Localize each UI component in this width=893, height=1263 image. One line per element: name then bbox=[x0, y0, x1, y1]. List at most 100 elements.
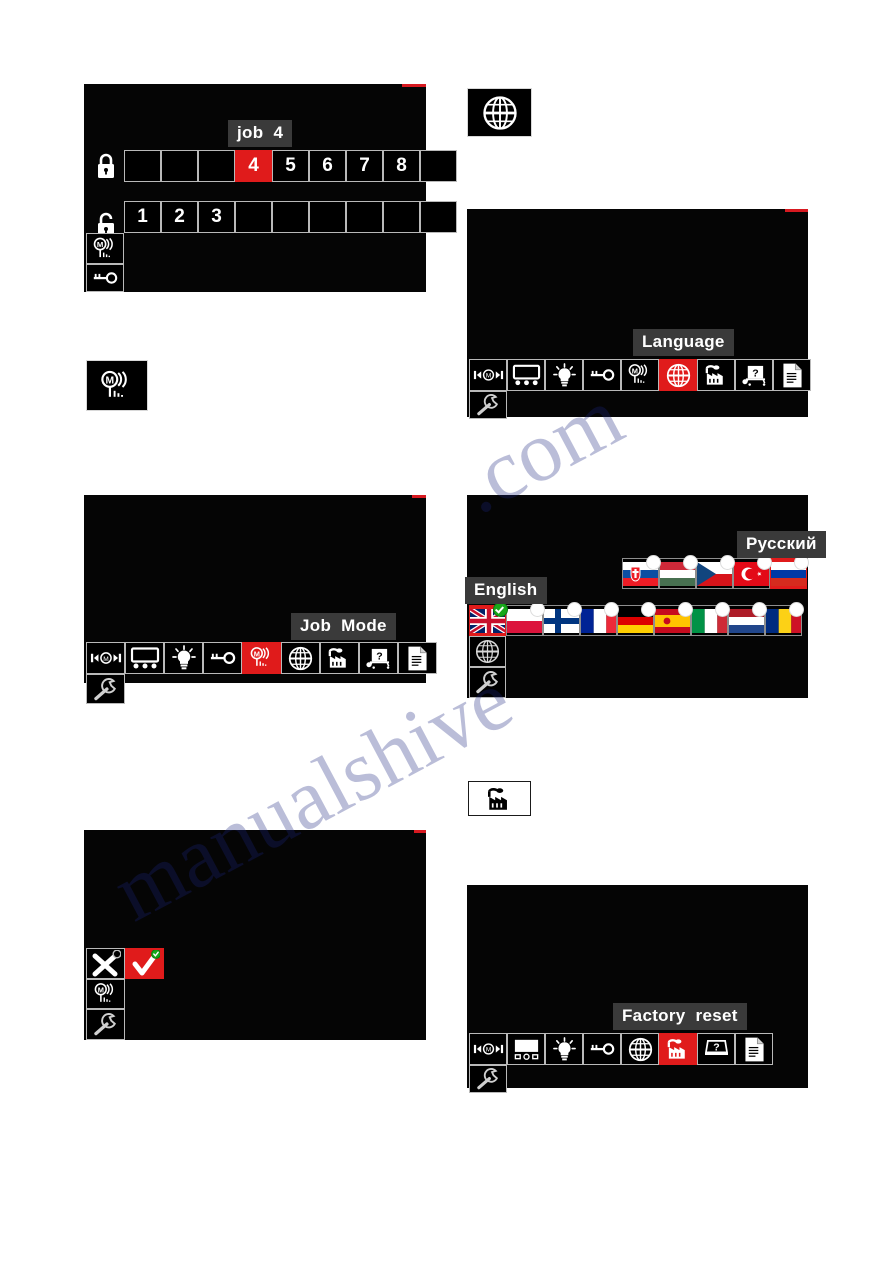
help-cart-icon: ? bbox=[703, 1038, 730, 1061]
memory-recall-icon-cell[interactable]: M bbox=[469, 1033, 507, 1065]
help-cart-icon-cell[interactable]: ? bbox=[735, 359, 773, 391]
lightbulb-icon-cell[interactable] bbox=[545, 1033, 583, 1065]
wrench-icon-cell[interactable] bbox=[469, 391, 507, 419]
document-icon-cell[interactable] bbox=[773, 359, 811, 391]
job-mode-icon-cell[interactable]: M bbox=[621, 359, 659, 391]
job-slot-unlocked[interactable] bbox=[346, 201, 383, 233]
factory-reset-icon-cell-selected[interactable] bbox=[659, 1033, 697, 1065]
option-indicator-dot bbox=[752, 602, 767, 617]
language-option-poland[interactable] bbox=[506, 602, 545, 636]
display-panel-icon-cell[interactable] bbox=[507, 359, 545, 391]
job-mode-icon: M bbox=[92, 237, 119, 261]
job-select-tooltip: job 4 bbox=[228, 120, 293, 147]
key-icon-cell[interactable] bbox=[86, 264, 124, 292]
job-mode-icon: M bbox=[627, 363, 653, 387]
language-option-russia-selected[interactable] bbox=[770, 555, 809, 589]
job-slot-locked-selected[interactable]: 4 bbox=[235, 150, 272, 182]
wrench-icon-cell[interactable] bbox=[469, 667, 506, 698]
memory-recall-icon-cell[interactable]: M bbox=[86, 642, 125, 674]
job-slot-locked[interactable]: 6 bbox=[309, 150, 346, 182]
wrench-icon-cell[interactable] bbox=[86, 674, 125, 704]
factory-reset-icon-standalone[interactable] bbox=[468, 781, 531, 816]
help-cart-icon-cell[interactable]: ? bbox=[359, 642, 398, 674]
display-panel-icon bbox=[130, 647, 160, 669]
language-tooltip-english: English bbox=[465, 577, 547, 604]
language-option-slovakia[interactable] bbox=[622, 555, 661, 589]
option-indicator-dot bbox=[641, 602, 656, 617]
job-mode-icon-cell[interactable]: M bbox=[86, 979, 125, 1009]
key-icon-cell[interactable] bbox=[203, 642, 242, 674]
document-icon-cell[interactable] bbox=[398, 642, 437, 674]
factory-reset-icon bbox=[485, 787, 515, 811]
help-cart-icon-cell[interactable]: ? bbox=[697, 1033, 735, 1065]
factory-reset-icon-cell[interactable] bbox=[320, 642, 359, 674]
job-slot-locked[interactable]: 7 bbox=[346, 150, 383, 182]
option-indicator-dot bbox=[530, 602, 545, 617]
globe-icon-cell[interactable] bbox=[281, 642, 320, 674]
language-option-finland[interactable] bbox=[543, 602, 582, 636]
job-slot-unlocked[interactable] bbox=[383, 201, 420, 233]
job-mode-icon: M bbox=[249, 646, 275, 670]
screen-top-red-marker bbox=[785, 209, 808, 212]
job-slot-unlocked[interactable]: 3 bbox=[198, 201, 235, 233]
job-mode-icon: M bbox=[99, 370, 135, 402]
language-option-hungary[interactable] bbox=[659, 555, 698, 589]
key-icon bbox=[91, 271, 119, 285]
globe-icon-standalone[interactable] bbox=[467, 88, 532, 137]
globe-icon bbox=[628, 1037, 653, 1062]
language-tooltip: Language bbox=[633, 329, 734, 356]
memory-recall-icon: M bbox=[473, 368, 504, 382]
lightbulb-icon-cell[interactable] bbox=[164, 642, 203, 674]
job-mode-icon-cell-selected[interactable]: M bbox=[242, 642, 281, 674]
job-slot-locked[interactable] bbox=[124, 150, 161, 182]
job-slot-locked[interactable]: 8 bbox=[383, 150, 420, 182]
lightbulb-icon-cell[interactable] bbox=[545, 359, 583, 391]
globe-icon bbox=[475, 639, 500, 664]
display-panel-icon-cell[interactable] bbox=[125, 642, 164, 674]
cancel-x-icon-cell[interactable] bbox=[86, 948, 125, 979]
job-slot-locked[interactable]: 5 bbox=[272, 150, 309, 182]
language-option-italy[interactable] bbox=[691, 602, 730, 636]
job-slot-unlocked[interactable]: 1 bbox=[124, 201, 161, 233]
globe-icon-cell-selected[interactable] bbox=[659, 359, 697, 391]
job-slot-locked[interactable] bbox=[420, 150, 457, 182]
language-option-united-kingdom-selected[interactable] bbox=[469, 602, 508, 636]
job-slot-unlocked[interactable] bbox=[420, 201, 457, 233]
job-slot-unlocked[interactable] bbox=[235, 201, 272, 233]
language-option-france[interactable] bbox=[580, 602, 619, 636]
job-slot-locked[interactable] bbox=[198, 150, 235, 182]
job-slot-unlocked[interactable] bbox=[309, 201, 346, 233]
globe-icon-cell[interactable] bbox=[469, 636, 506, 667]
wrench-icon-cell[interactable] bbox=[86, 1009, 125, 1040]
wrench-icon-cell[interactable] bbox=[469, 1065, 507, 1093]
language-option-turkey[interactable] bbox=[733, 555, 772, 589]
display-panel-icon bbox=[512, 364, 541, 386]
key-icon-cell[interactable] bbox=[583, 1033, 621, 1065]
language-option-spain[interactable] bbox=[654, 602, 693, 636]
key-icon-cell[interactable] bbox=[583, 359, 621, 391]
document-icon bbox=[407, 646, 428, 671]
language-option-czechia[interactable] bbox=[696, 555, 735, 589]
language-option-netherlands[interactable] bbox=[728, 602, 767, 636]
job-slot-unlocked[interactable] bbox=[272, 201, 309, 233]
lock-closed-icon bbox=[94, 151, 118, 181]
language-option-germany[interactable] bbox=[617, 602, 656, 636]
factory-reset-icon bbox=[665, 1038, 692, 1060]
svg-text:M: M bbox=[97, 985, 103, 994]
job-mode-icon-standalone[interactable]: M bbox=[86, 360, 148, 411]
job-slot-locked[interactable] bbox=[161, 150, 198, 182]
language-option-romania[interactable] bbox=[765, 602, 804, 636]
globe-icon-cell[interactable] bbox=[621, 1033, 659, 1065]
wrench-icon bbox=[93, 677, 118, 701]
option-indicator-dot bbox=[567, 602, 582, 617]
globe-icon bbox=[288, 646, 313, 671]
confirm-check-icon-cell-selected[interactable] bbox=[125, 948, 164, 979]
job-mode-icon-cell[interactable]: M bbox=[86, 233, 124, 264]
document-icon-cell[interactable] bbox=[735, 1033, 773, 1065]
memory-recall-icon-cell[interactable]: M bbox=[469, 359, 507, 391]
svg-text:?: ? bbox=[713, 1041, 719, 1053]
wrench-icon bbox=[475, 671, 500, 694]
display-panel-icon-cell[interactable] bbox=[507, 1033, 545, 1065]
factory-reset-icon-cell[interactable] bbox=[697, 359, 735, 391]
job-slot-unlocked[interactable]: 2 bbox=[161, 201, 198, 233]
